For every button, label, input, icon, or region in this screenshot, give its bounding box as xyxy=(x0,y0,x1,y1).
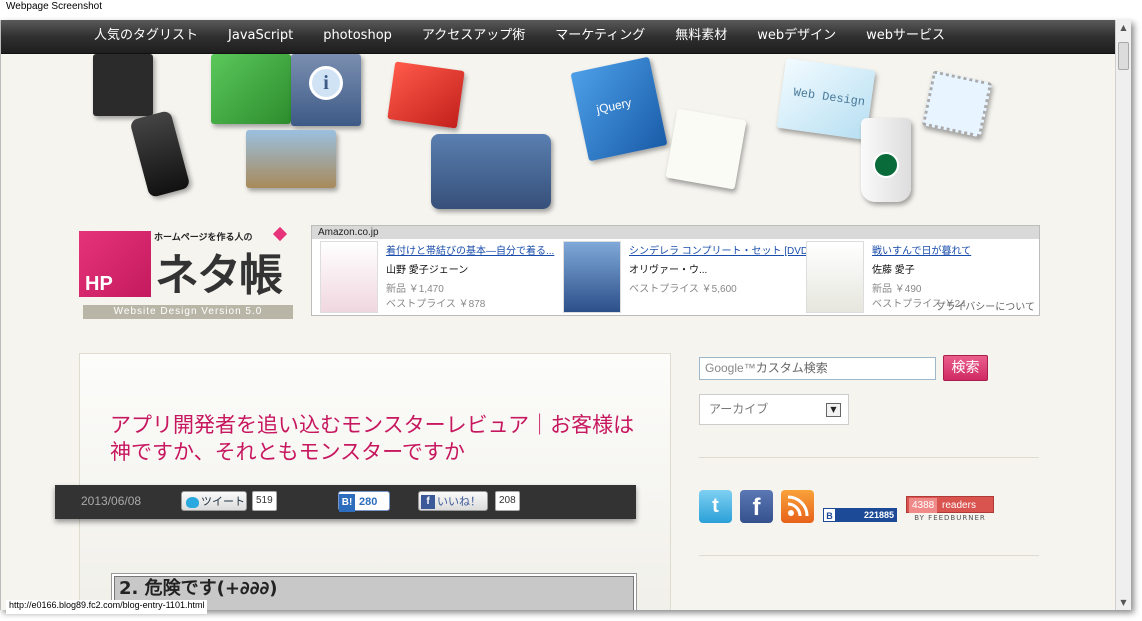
article-title[interactable]: アプリ開発者を追い込むモンスターレビュア｜お客様は神ですか、それともモンスターで… xyxy=(110,412,650,466)
hatena-b-icon: B xyxy=(823,508,836,522)
dvd-cover-image[interactable] xyxy=(563,241,621,313)
feedburner-readers-label: readers xyxy=(942,500,976,511)
info-icon-book-illustration: i xyxy=(291,54,361,126)
logo-title: ネタ帳 xyxy=(155,250,283,301)
hatena-bookmark-button[interactable]: B! 280 xyxy=(338,491,390,512)
nav-item-web-design[interactable]: webデザイン xyxy=(742,20,851,54)
twitter-bird-icon xyxy=(186,496,199,508)
book-cover-image[interactable] xyxy=(806,241,864,313)
article-card: アプリ開発者を追い込むモンスターレビュア｜お客様は神ですか、それともモンスターで… xyxy=(79,353,671,610)
black-notebook-illustration xyxy=(93,54,153,116)
feedburner-counter: 4388 readers xyxy=(906,496,994,513)
archive-select-value: アーカイブ xyxy=(709,402,769,416)
nav-item-marketing[interactable]: マーケティング xyxy=(540,20,660,54)
tweet-button[interactable]: ツイート xyxy=(181,491,247,511)
logo-mark-text: HP xyxy=(85,273,113,295)
nav-item-javascript[interactable]: JavaScript xyxy=(213,20,308,54)
archive-select[interactable]: アーカイブ ▼ xyxy=(699,394,849,425)
header-banner-illustration: i jQuery Web Design xyxy=(91,54,1036,216)
facebook-like-button[interactable]: f いいね！ xyxy=(418,491,488,511)
starbucks-logo-icon xyxy=(873,152,899,178)
nav-item-photoshop[interactable]: photoshop xyxy=(308,20,407,54)
amazon-item-author: 山野 愛子ジェーン xyxy=(386,265,469,276)
sidebar-divider xyxy=(699,555,1039,556)
amazon-item[interactable]: シンデレラ コンプリート・セット [DVD] オリヴァー・ウ... ベストプライ… xyxy=(555,241,811,315)
giraffe-photo-illustration xyxy=(246,130,336,188)
info-icon: i xyxy=(309,66,343,100)
article-meta-bar: 2013/06/08 ツイート 519 B! 280 f いいね！ 208 xyxy=(55,485,636,519)
web-design-book-label: Web Design xyxy=(792,85,866,110)
browser-viewport: 人気のタグリスト JavaScript photoshop アクセスアップ術 マ… xyxy=(0,20,1131,610)
scroll-up-arrow-icon[interactable]: ▲ xyxy=(1116,20,1131,35)
tweet-button-label: ツイート xyxy=(201,496,245,508)
amazon-item-best-price: ベストプライス ￥878 xyxy=(386,299,486,310)
jquery-book-label: jQuery xyxy=(595,95,633,117)
hatena-bookmark-icon: B! xyxy=(339,494,355,512)
feedburner-by-label: BY FEEDBURNER xyxy=(914,514,986,522)
like-button-label: いいね！ xyxy=(437,496,481,508)
vertical-scrollbar[interactable]: ▲ ▼ xyxy=(1115,20,1131,610)
google-logo: Google™ xyxy=(705,361,756,375)
site-logo[interactable]: ホームページを作る人の HP ネタ帳 Website Design Versio… xyxy=(79,215,295,322)
amazon-widget: Amazon.co.jp 着付けと帯結びの基本―自分で着る... 山野 愛子ジェ… xyxy=(311,225,1040,316)
hatena-bookmark-count: 280 xyxy=(359,496,378,508)
coffee-cup-illustration xyxy=(861,118,911,202)
nav-item-free-materials[interactable]: 無料素材 xyxy=(660,20,742,54)
twitter-icon[interactable]: t xyxy=(699,490,732,523)
status-bar-url: http://e0166.blog89.fc2.com/blog-entry-1… xyxy=(6,600,208,614)
scrollbar-thumb[interactable] xyxy=(1118,42,1129,70)
hatena-bookmark-users-badge[interactable]: B 221885 xyxy=(823,508,897,522)
rss-icon[interactable] xyxy=(781,490,814,523)
global-nav: 人気のタグリスト JavaScript photoshop アクセスアップ術 マ… xyxy=(1,20,1116,54)
cat-notepad-illustration xyxy=(665,108,747,190)
amazon-widget-header: Amazon.co.jp xyxy=(312,226,1039,239)
feedburner-badge[interactable]: 4388 readers BY FEEDBURNER xyxy=(906,496,994,523)
rss-waves-icon xyxy=(787,495,809,517)
amazon-item-title[interactable]: 着付けと帯結びの基本―自分で着る... xyxy=(386,242,554,257)
sidebar-divider xyxy=(699,457,1039,458)
amazon-item-best-price: ベストプライス ￥5,600 xyxy=(629,284,737,295)
amazon-item-price: 新品 ￥490 xyxy=(872,284,922,295)
jquery-book-illustration: jQuery xyxy=(570,56,668,162)
chevron-down-icon[interactable]: ▼ xyxy=(826,403,841,417)
amazon-item-author: オリヴァー・ウ... xyxy=(629,265,708,276)
book-cover-image[interactable] xyxy=(320,241,378,313)
nav-item-web-service[interactable]: webサービス xyxy=(851,20,960,54)
tweet-count: 519 xyxy=(252,491,277,511)
logo-version: Website Design Version 5.0 xyxy=(83,305,293,319)
like-count: 208 xyxy=(495,491,520,511)
facebook-icon[interactable]: f xyxy=(740,490,773,523)
nav-item-access-up[interactable]: アクセスアップ術 xyxy=(407,20,540,54)
phone-illustration xyxy=(129,109,191,199)
article-date: 2013/06/08 xyxy=(81,494,142,508)
amazon-item-title[interactable]: 戦いすんで日が暮れて xyxy=(872,242,971,257)
scroll-down-arrow-icon[interactable]: ▼ xyxy=(1116,595,1131,610)
amazon-privacy-link[interactable]: プライバシーについて xyxy=(936,298,1036,313)
green-book-illustration xyxy=(211,54,291,124)
facebook-f-icon: f xyxy=(421,495,435,510)
stamp-illustration xyxy=(921,70,993,138)
amazon-item-author: 佐藤 愛子 xyxy=(872,265,915,276)
hatena-users-count: 221885 xyxy=(863,510,894,520)
custom-search-input[interactable]: Google™カスタム検索 xyxy=(699,357,936,380)
logo-mark: HP xyxy=(79,231,151,297)
jeans-illustration xyxy=(431,134,551,209)
amazon-item[interactable]: 着付けと帯結びの基本―自分で着る... 山野 愛子ジェーン 新品 ￥1,470 … xyxy=(312,241,555,315)
amazon-item-price: 新品 ￥1,470 xyxy=(386,284,444,295)
amazon-item-title[interactable]: シンデレラ コンプリート・セット [DVD] xyxy=(629,242,811,257)
red-book-illustration xyxy=(387,61,465,129)
window-title: Webpage Screenshot xyxy=(6,1,102,12)
nav-item-popular-tags[interactable]: 人気のタグリスト xyxy=(79,20,213,54)
search-button[interactable]: 検索 xyxy=(943,355,988,381)
search-placeholder: カスタム検索 xyxy=(755,361,828,375)
feedburner-count: 4388 xyxy=(909,498,938,513)
